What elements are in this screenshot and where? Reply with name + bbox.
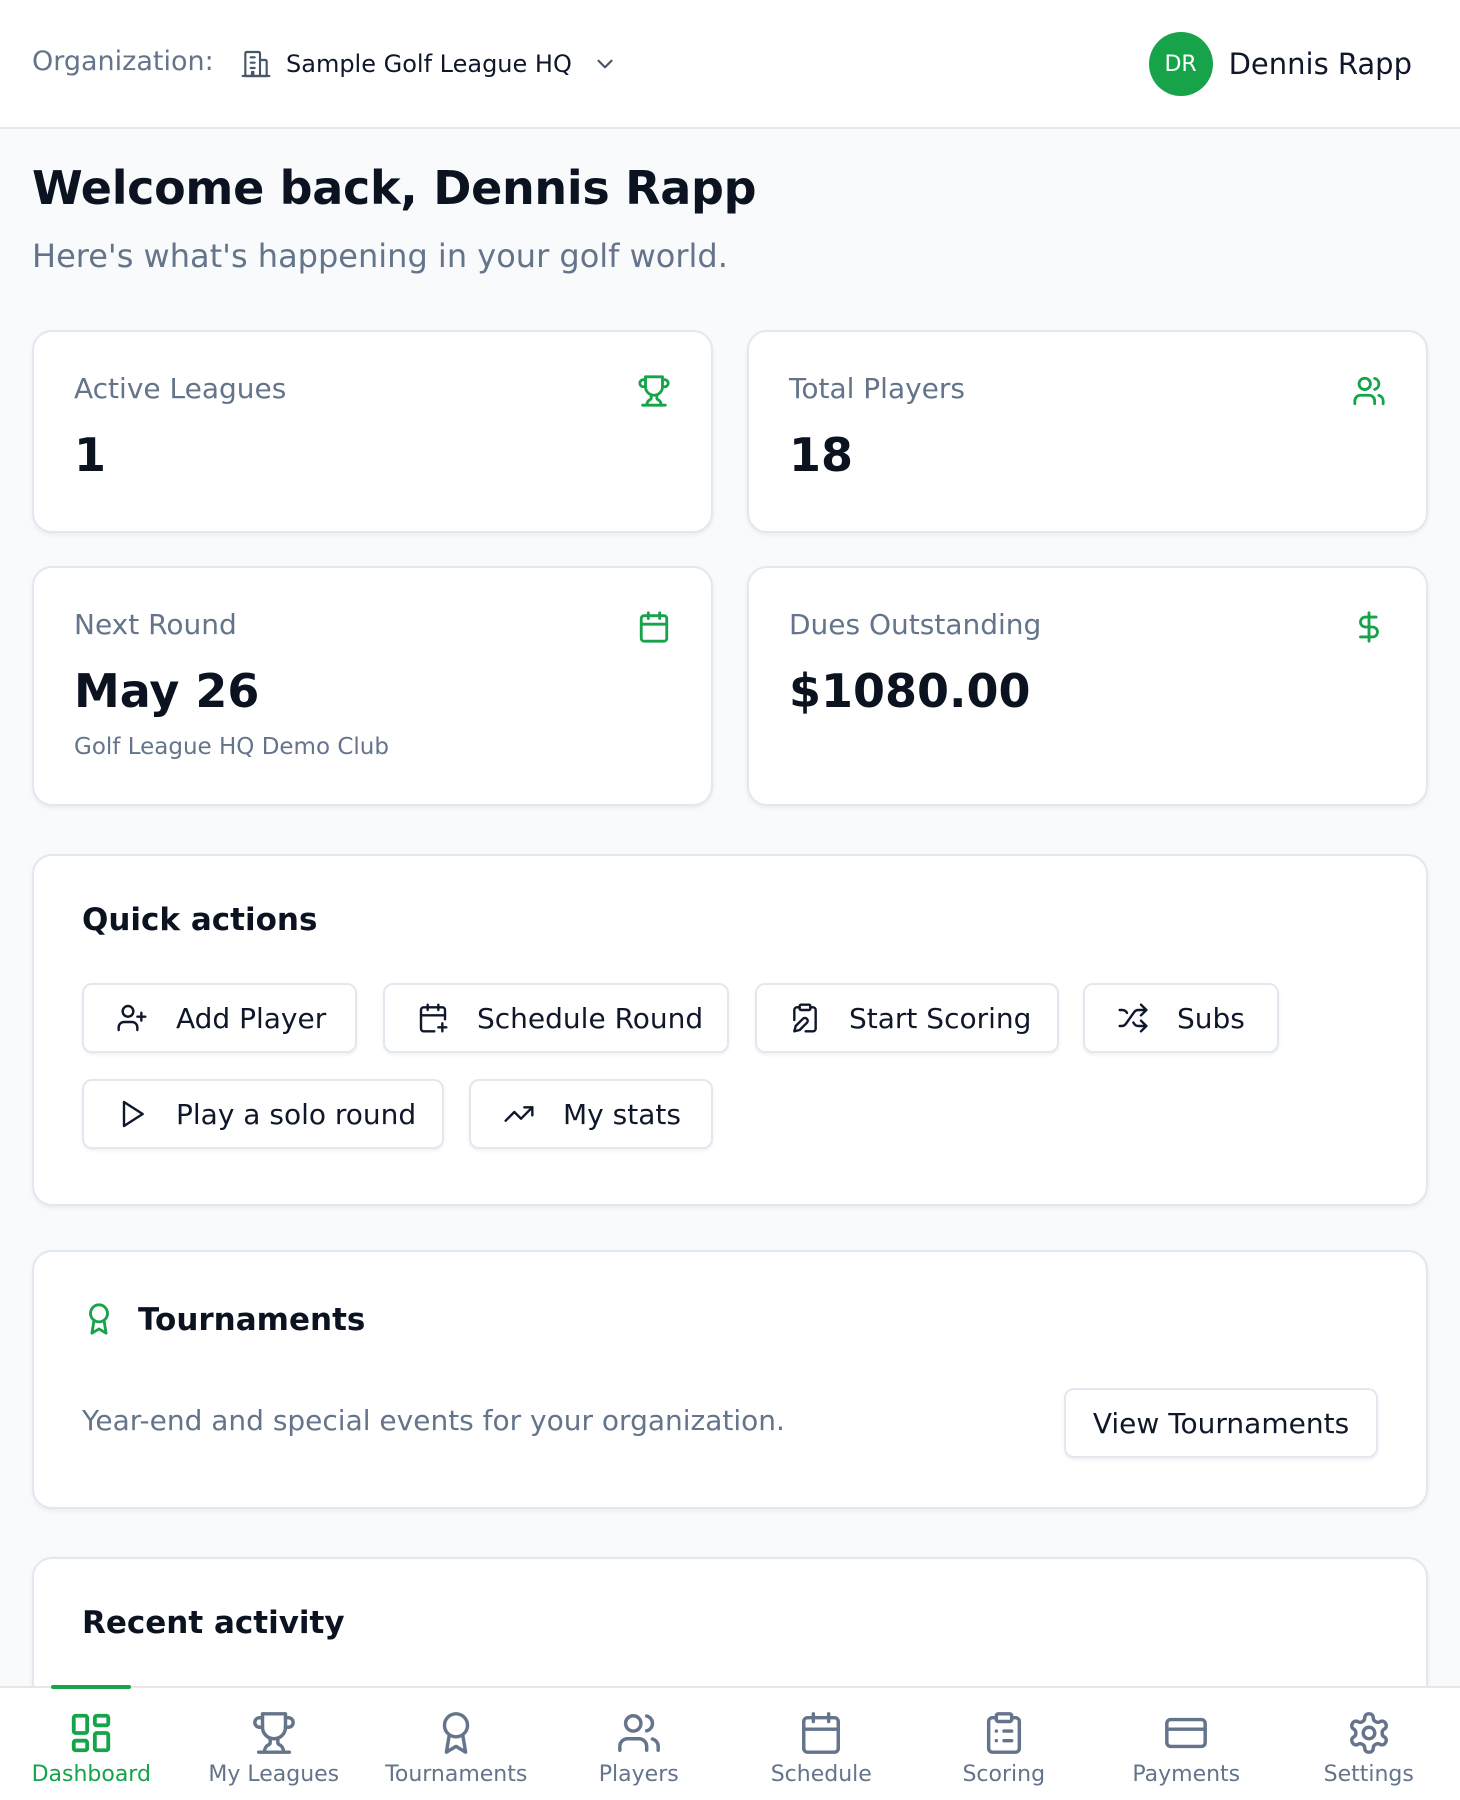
top-bar: Organization: Sample Golf League HQ DR D… — [0, 0, 1460, 129]
nav-item-tournaments[interactable]: Tournaments — [365, 1688, 548, 1800]
quick-actions-card: Quick actions Add Player Schedule Round … — [32, 854, 1428, 1206]
stat-label: Active Leagues — [74, 372, 287, 405]
stat-card-dues-outstanding: Dues Outstanding $1080.00 — [747, 566, 1428, 806]
clipboard-edit-icon — [793, 1003, 817, 1033]
calendar-icon — [802, 1712, 841, 1754]
add-player-label: Add Player — [176, 1001, 327, 1035]
nav-item-payments[interactable]: Payments — [1095, 1688, 1278, 1800]
nav-label: My Leagues — [208, 1762, 340, 1787]
stat-subtext: Golf League HQ Demo Club — [74, 734, 389, 760]
dashboard-icon — [72, 1713, 111, 1753]
nav-item-my-leagues[interactable]: My Leagues — [183, 1688, 366, 1800]
main-content: Welcome back, Dennis Rapp Here's what's … — [0, 131, 1460, 1686]
organization-label: Organization: — [32, 46, 214, 77]
nav-item-scoring[interactable]: Scoring — [913, 1688, 1096, 1800]
organization-selector[interactable]: Sample Golf League HQ — [240, 40, 618, 88]
user-name: Dennis Rapp — [1228, 47, 1412, 81]
subs-label: Subs — [1177, 1001, 1245, 1035]
my-stats-label: My stats — [563, 1097, 681, 1131]
bottom-navigation: Dashboard My Leagues Tournaments Players… — [0, 1685, 1460, 1800]
stat-label: Dues Outstanding — [789, 608, 1042, 641]
clipboard-list-icon — [986, 1712, 1021, 1754]
play-icon — [122, 1100, 144, 1128]
my-stats-button[interactable]: My stats — [469, 1079, 713, 1149]
nav-label: Dashboard — [31, 1762, 151, 1787]
nav-item-settings[interactable]: Settings — [1278, 1688, 1460, 1800]
stat-card-next-round: Next Round May 26 Golf League HQ Demo Cl… — [32, 566, 713, 806]
trophy-icon — [252, 1712, 295, 1754]
organization-name: Sample Golf League HQ — [286, 50, 572, 78]
nav-label: Scoring — [962, 1762, 1046, 1787]
dollar-icon — [1359, 611, 1379, 643]
recent-activity-card: Recent activity — [32, 1557, 1428, 1686]
users-icon — [617, 1714, 660, 1752]
schedule-round-button[interactable]: Schedule Round — [383, 983, 729, 1053]
award-icon — [89, 1303, 109, 1335]
start-scoring-label: Start Scoring — [849, 1001, 1032, 1035]
recent-activity-title: Recent activity — [82, 1605, 345, 1641]
user-plus-icon — [117, 1004, 147, 1032]
stat-card-active-leagues: Active Leagues 1 — [32, 330, 713, 533]
shuffle-icon — [1118, 1003, 1148, 1033]
tournaments-description: Year-end and special events for your org… — [82, 1404, 785, 1437]
tournaments-title: Tournaments — [138, 1302, 366, 1338]
nav-item-dashboard[interactable]: Dashboard — [0, 1685, 183, 1800]
user-menu[interactable]: DR Dennis Rapp — [1148, 32, 1412, 96]
page-title: Welcome back, Dennis Rapp — [32, 161, 757, 215]
stat-value: May 26 — [74, 664, 260, 718]
nav-label: Tournaments — [385, 1762, 528, 1787]
avatar: DR — [1148, 32, 1213, 96]
stat-value: 18 — [789, 428, 854, 482]
play-solo-round-button[interactable]: Play a solo round — [82, 1079, 444, 1149]
credit-card-icon — [1165, 1717, 1208, 1749]
nav-label: Settings — [1323, 1762, 1414, 1787]
schedule-round-label: Schedule Round — [477, 1001, 704, 1035]
stat-label: Next Round — [74, 608, 237, 641]
gear-icon — [1349, 1712, 1388, 1754]
calendar-icon — [639, 611, 669, 643]
stat-label: Total Players — [789, 372, 966, 405]
view-tournaments-button[interactable]: View Tournaments — [1064, 1388, 1378, 1458]
nav-label: Schedule — [770, 1762, 872, 1787]
calendar-plus-icon — [419, 1003, 448, 1033]
users-icon — [1353, 376, 1385, 406]
add-player-button[interactable]: Add Player — [82, 983, 357, 1053]
start-scoring-button[interactable]: Start Scoring — [755, 983, 1059, 1053]
stat-value: 1 — [74, 428, 107, 482]
page-subtitle: Here's what's happening in your golf wor… — [32, 237, 728, 275]
nav-label: Players — [598, 1762, 679, 1787]
chevron-down-icon — [597, 59, 613, 69]
stat-card-total-players: Total Players 18 — [747, 330, 1428, 533]
nav-label: Payments — [1132, 1762, 1241, 1787]
subs-button[interactable]: Subs — [1083, 983, 1279, 1053]
quick-actions-title: Quick actions — [82, 902, 318, 938]
stat-value: $1080.00 — [789, 664, 1031, 718]
award-icon — [443, 1712, 470, 1754]
play-solo-round-label: Play a solo round — [176, 1097, 417, 1131]
active-indicator — [51, 1685, 132, 1689]
tournaments-card: Tournaments Year-end and special events … — [32, 1250, 1428, 1509]
nav-item-schedule[interactable]: Schedule — [730, 1688, 913, 1800]
trending-up-icon — [504, 1106, 534, 1122]
building-icon — [241, 50, 271, 78]
trophy-icon — [638, 375, 670, 407]
nav-item-players[interactable]: Players — [548, 1688, 731, 1800]
